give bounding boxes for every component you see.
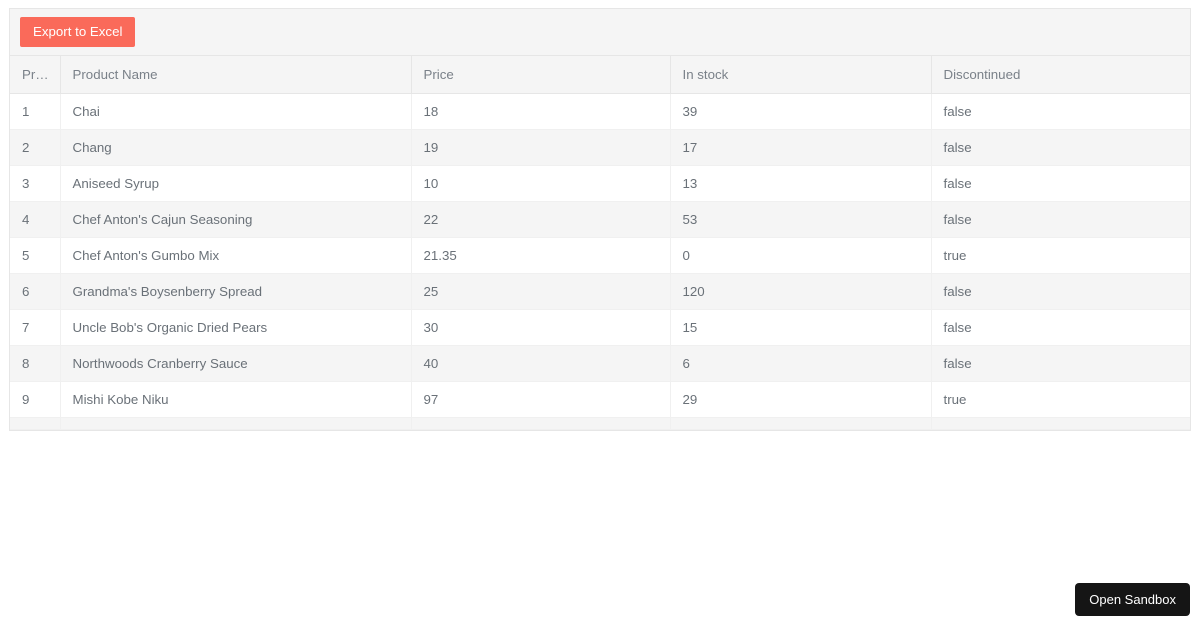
cell-in-stock: 120 xyxy=(670,273,932,310)
grid-body: 1 Chai 18 39 false 2 Chang 19 17 false 3… xyxy=(10,93,1190,430)
cell-discontinued: false xyxy=(931,165,1190,202)
cell-product-name: Northwoods Cranberry Sauce xyxy=(60,345,412,382)
open-sandbox-button[interactable]: Open Sandbox xyxy=(1075,583,1190,616)
column-header-discontinued[interactable]: Discontinued xyxy=(931,56,1190,94)
column-header-product-id[interactable]: Pr… xyxy=(10,56,61,94)
cell-discontinued xyxy=(931,417,1190,430)
cell-price: 10 xyxy=(411,165,671,202)
table-row[interactable]: 4 Chef Anton's Cajun Seasoning 22 53 fal… xyxy=(10,201,1190,238)
cell-product-id: 2 xyxy=(10,129,61,166)
cell-in-stock: 53 xyxy=(670,201,932,238)
cell-price: 19 xyxy=(411,129,671,166)
table-row[interactable]: 1 Chai 18 39 false xyxy=(10,93,1190,130)
cell-discontinued: true xyxy=(931,237,1190,274)
column-header-price[interactable]: Price xyxy=(411,56,671,94)
cell-in-stock: 15 xyxy=(670,309,932,346)
cell-discontinued: false xyxy=(931,309,1190,346)
cell-product-name: Aniseed Syrup xyxy=(60,165,412,202)
cell-price: 25 xyxy=(411,273,671,310)
cell-price: 97 xyxy=(411,381,671,418)
cell-product-name xyxy=(60,417,412,430)
cell-discontinued: false xyxy=(931,273,1190,310)
cell-product-name: Chef Anton's Gumbo Mix xyxy=(60,237,412,274)
cell-in-stock: 17 xyxy=(670,129,932,166)
cell-product-id: 3 xyxy=(10,165,61,202)
cell-discontinued: false xyxy=(931,129,1190,166)
cell-product-id: 7 xyxy=(10,309,61,346)
cell-price: 21.35 xyxy=(411,237,671,274)
cell-price xyxy=(411,417,671,430)
table-row[interactable]: 7 Uncle Bob's Organic Dried Pears 30 15 … xyxy=(10,309,1190,346)
cell-product-id: 8 xyxy=(10,345,61,382)
cell-product-id: 1 xyxy=(10,93,61,130)
cell-product-id: 5 xyxy=(10,237,61,274)
cell-product-id: 9 xyxy=(10,381,61,418)
export-to-excel-button[interactable]: Export to Excel xyxy=(20,17,136,47)
cell-in-stock: 0 xyxy=(670,237,932,274)
table-row[interactable]: 9 Mishi Kobe Niku 97 29 true xyxy=(10,381,1190,418)
grid-table: Pr… Product Name Price In stock Disconti… xyxy=(10,56,1190,430)
grid-header: Pr… Product Name Price In stock Disconti… xyxy=(10,56,1190,94)
table-row[interactable] xyxy=(10,417,1190,430)
cell-discontinued: true xyxy=(931,381,1190,418)
table-row[interactable]: 6 Grandma's Boysenberry Spread 25 120 fa… xyxy=(10,273,1190,310)
column-header-product-name[interactable]: Product Name xyxy=(60,56,412,94)
grid-toolbar: Export to Excel xyxy=(10,9,1190,56)
cell-product-id: 6 xyxy=(10,273,61,310)
cell-product-name: Chang xyxy=(60,129,412,166)
cell-price: 18 xyxy=(411,93,671,130)
cell-product-name: Grandma's Boysenberry Spread xyxy=(60,273,412,310)
cell-product-name: Uncle Bob's Organic Dried Pears xyxy=(60,309,412,346)
cell-price: 40 xyxy=(411,345,671,382)
table-row[interactable]: 8 Northwoods Cranberry Sauce 40 6 false xyxy=(10,345,1190,382)
cell-product-name: Chai xyxy=(60,93,412,130)
table-row[interactable]: 3 Aniseed Syrup 10 13 false xyxy=(10,165,1190,202)
cell-in-stock: 13 xyxy=(670,165,932,202)
cell-discontinued: false xyxy=(931,93,1190,130)
cell-price: 22 xyxy=(411,201,671,238)
cell-discontinued: false xyxy=(931,345,1190,382)
data-grid: Export to Excel Pr… Product Name Price I… xyxy=(9,8,1191,431)
page-root: Export to Excel Pr… Product Name Price I… xyxy=(0,0,1200,630)
cell-product-id: 4 xyxy=(10,201,61,238)
cell-in-stock xyxy=(670,417,932,430)
cell-product-name: Mishi Kobe Niku xyxy=(60,381,412,418)
cell-discontinued: false xyxy=(931,201,1190,238)
table-row[interactable]: 2 Chang 19 17 false xyxy=(10,129,1190,166)
cell-in-stock: 29 xyxy=(670,381,932,418)
cell-product-id xyxy=(10,417,61,430)
cell-in-stock: 39 xyxy=(670,93,932,130)
cell-price: 30 xyxy=(411,309,671,346)
header-row: Pr… Product Name Price In stock Disconti… xyxy=(10,56,1190,94)
cell-product-name: Chef Anton's Cajun Seasoning xyxy=(60,201,412,238)
cell-in-stock: 6 xyxy=(670,345,932,382)
table-row[interactable]: 5 Chef Anton's Gumbo Mix 21.35 0 true xyxy=(10,237,1190,274)
column-header-in-stock[interactable]: In stock xyxy=(670,56,932,94)
